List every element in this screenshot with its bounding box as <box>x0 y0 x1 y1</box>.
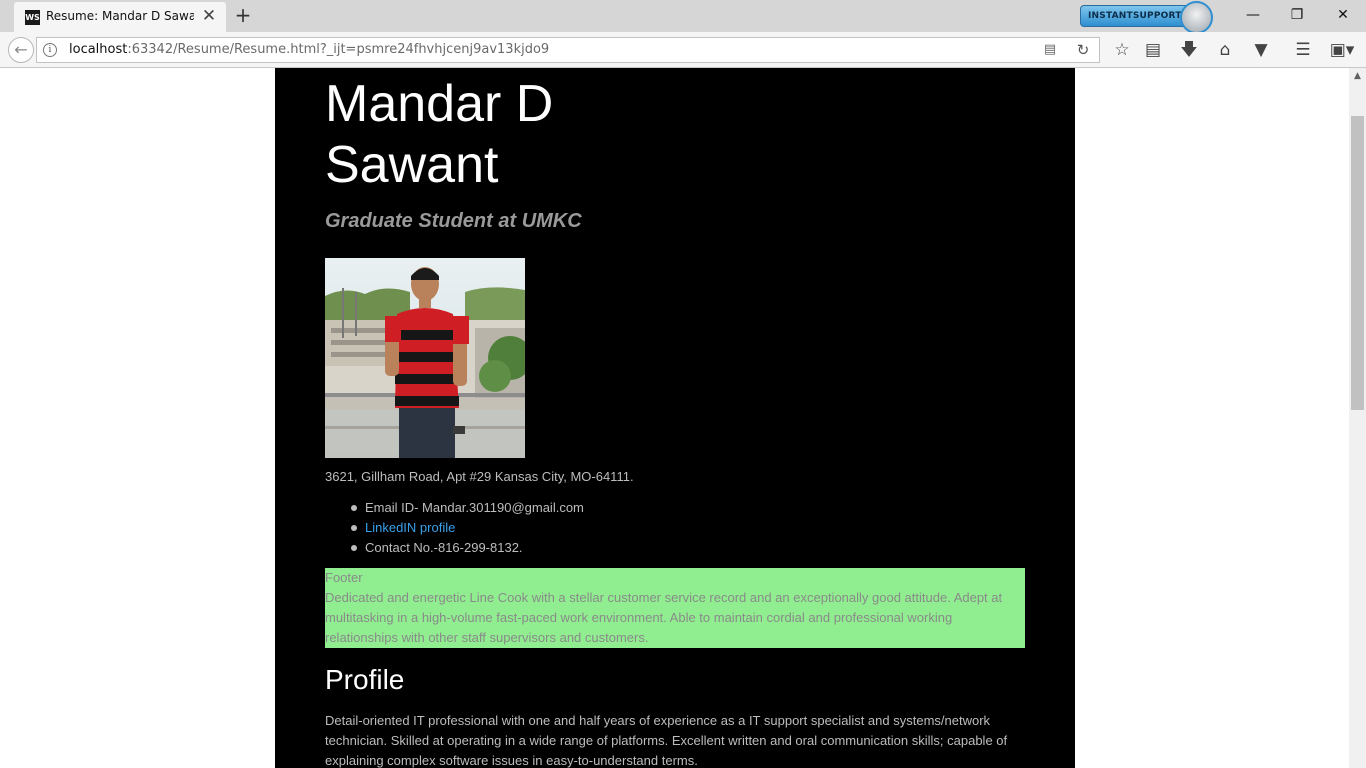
linkedin-item: LinkedIN profile <box>325 518 584 538</box>
close-tab-icon[interactable]: ✕ <box>200 7 218 25</box>
scroll-up-arrow-icon[interactable]: ▲ <box>1349 68 1366 85</box>
phone-item: Contact No.-816-299-8132. <box>325 538 584 558</box>
home-icon[interactable]: ⌂ <box>1213 38 1237 62</box>
profile-text: Detail-oriented IT professional with one… <box>325 713 1008 768</box>
tab-title: Resume: Mandar D Sawant, <box>46 9 194 23</box>
reload-icon[interactable]: ↻ <box>1073 41 1093 59</box>
footer-section: Footer Dedicated and energetic Line Cook… <box>325 568 1025 648</box>
footer-label: Footer <box>325 570 363 585</box>
download-icon[interactable]: 🡇 <box>1177 38 1201 62</box>
instant-support-button[interactable]: INSTANTSUPPORT <box>1080 5 1192 27</box>
extension-icon[interactable]: ▣▾ <box>1325 38 1359 62</box>
page-viewport: Mandar D Sawant Graduate Student at UMKC <box>0 68 1349 768</box>
url-text[interactable]: localhost:63342/Resume/Resume.html?_ijt=… <box>69 42 549 57</box>
restore-button[interactable]: ❐ <box>1274 0 1320 30</box>
close-window-button[interactable]: ✕ <box>1320 0 1366 30</box>
webstorm-favicon-icon: WS <box>25 10 40 25</box>
support-avatar-icon[interactable] <box>1180 1 1213 34</box>
back-arrow-icon[interactable]: ← <box>8 37 34 63</box>
resume-page: Mandar D Sawant Graduate Student at UMKC <box>275 68 1075 768</box>
footer-text: Dedicated and energetic Line Cook with a… <box>325 590 1003 645</box>
email-item: Email ID- Mandar.301190@gmail.com <box>325 498 584 518</box>
url-path: :63342/Resume/Resume.html?_ijt=psmre24fh… <box>127 42 550 57</box>
new-tab-button[interactable]: + <box>232 4 254 26</box>
linkedin-link[interactable]: LinkedIN profile <box>365 520 455 535</box>
scrollbar-thumb[interactable] <box>1351 116 1364 410</box>
profile-heading: Profile <box>325 664 405 695</box>
menu-icon[interactable]: ☰ <box>1291 38 1315 62</box>
tab-strip: WS Resume: Mandar D Sawant, ✕ + INSTANTS… <box>0 0 1366 34</box>
bookmark-star-icon[interactable]: ☆ <box>1110 38 1134 62</box>
reading-list-icon[interactable]: ▤ <box>1141 38 1165 62</box>
resume-subtitle: Graduate Student at UMKC <box>325 210 582 232</box>
vertical-scrollbar[interactable]: ▲ <box>1349 68 1366 768</box>
url-bar[interactable]: i localhost:63342/Resume/Resume.html?_ij… <box>36 37 1100 63</box>
contact-list: Email ID- Mandar.301190@gmail.com Linked… <box>325 498 584 558</box>
profile-photo <box>325 258 525 458</box>
reader-view-icon[interactable]: ▤ <box>1041 42 1059 58</box>
pocket-icon[interactable]: ▼ <box>1249 38 1273 62</box>
active-tab[interactable]: WS Resume: Mandar D Sawant, ✕ <box>14 2 226 32</box>
resume-name: Mandar D Sawant <box>325 75 554 194</box>
address-text: 3621, Gillham Road, Apt #29 Kansas City,… <box>325 469 634 484</box>
minimize-button[interactable]: — <box>1230 0 1276 30</box>
info-icon[interactable]: i <box>43 43 57 57</box>
url-host: localhost <box>69 42 128 57</box>
